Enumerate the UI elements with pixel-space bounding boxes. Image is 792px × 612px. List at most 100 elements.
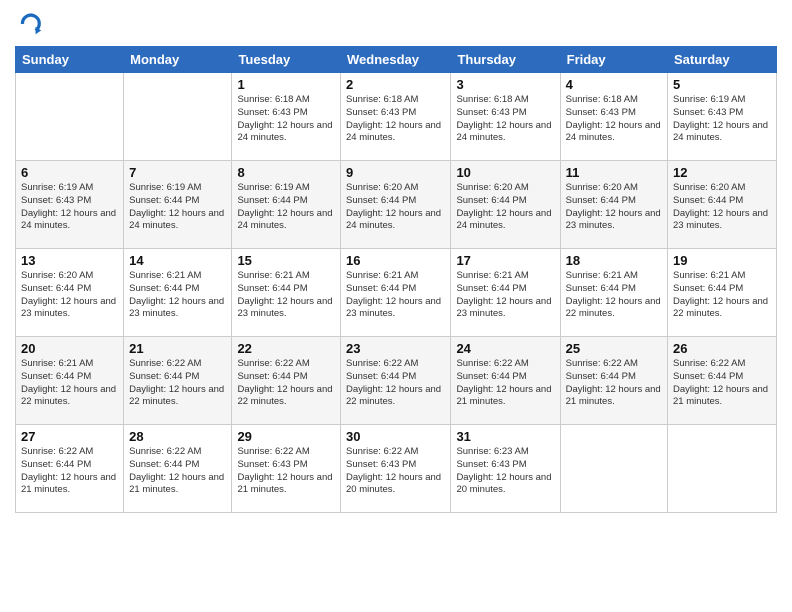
calendar-day: 16Sunrise: 6:21 AM Sunset: 6:44 PM Dayli…: [341, 249, 451, 337]
day-number: 26: [673, 341, 771, 356]
calendar-day: 27Sunrise: 6:22 AM Sunset: 6:44 PM Dayli…: [16, 425, 124, 513]
col-header-tuesday: Tuesday: [232, 47, 341, 73]
calendar-day: [124, 73, 232, 161]
col-header-friday: Friday: [560, 47, 667, 73]
day-number: 21: [129, 341, 226, 356]
day-info: Sunrise: 6:22 AM Sunset: 6:44 PM Dayligh…: [21, 446, 118, 497]
day-number: 13: [21, 253, 118, 268]
day-number: 14: [129, 253, 226, 268]
day-info: Sunrise: 6:23 AM Sunset: 6:43 PM Dayligh…: [456, 446, 554, 497]
col-header-monday: Monday: [124, 47, 232, 73]
day-info: Sunrise: 6:20 AM Sunset: 6:44 PM Dayligh…: [346, 182, 445, 233]
day-number: 15: [237, 253, 335, 268]
calendar-day: [668, 425, 777, 513]
calendar-day: 12 Sunrise: 6:20 AM Sunset: 6:44 PM Dayli…: [668, 161, 777, 249]
calendar-day: 17 Sunrise: 6:21 AM Sunset: 6:44 PM Dayli…: [451, 249, 560, 337]
page-header: [15, 10, 777, 38]
day-info: Sunrise: 6:22 AM Sunset: 6:44 PM Dayligh…: [129, 358, 226, 409]
calendar-day: 21 Sunrise: 6:22 AM Sunset: 6:44 PM Dayli…: [124, 337, 232, 425]
day-info: Sunrise: 6:21 AM Sunset: 6:44 PM Dayligh…: [346, 270, 445, 321]
day-number: 18: [566, 253, 662, 268]
calendar-day: 8Sunrise: 6:19 AM Sunset: 6:44 PM Daylig…: [232, 161, 341, 249]
day-number: 11: [566, 165, 662, 180]
day-info: Sunrise: 6:20 AM Sunset: 6:44 PM Dayligh…: [673, 182, 771, 233]
calendar-week-5: 27Sunrise: 6:22 AM Sunset: 6:44 PM Dayli…: [16, 425, 777, 513]
calendar-day: 24 Sunrise: 6:22 AM Sunset: 6:44 PM Dayli…: [451, 337, 560, 425]
calendar-day: 6 Sunrise: 6:19 AM Sunset: 6:43 PM Daylig…: [16, 161, 124, 249]
day-number: 10: [456, 165, 554, 180]
day-info: Sunrise: 6:21 AM Sunset: 6:44 PM Dayligh…: [21, 358, 118, 409]
calendar-day: 29 Sunrise: 6:22 AM Sunset: 6:43 PM Dayli…: [232, 425, 341, 513]
calendar-day: 3 Sunrise: 6:18 AM Sunset: 6:43 PM Daylig…: [451, 73, 560, 161]
calendar-week-1: 1 Sunrise: 6:18 AM Sunset: 6:43 PM Daylig…: [16, 73, 777, 161]
day-info: Sunrise: 6:19 AM Sunset: 6:43 PM Dayligh…: [21, 182, 118, 233]
day-number: 12: [673, 165, 771, 180]
calendar-table: SundayMondayTuesdayWednesdayThursdayFrid…: [15, 46, 777, 513]
day-info: Sunrise: 6:18 AM Sunset: 6:43 PM Dayligh…: [456, 94, 554, 145]
calendar-day: 30Sunrise: 6:22 AM Sunset: 6:43 PM Dayli…: [341, 425, 451, 513]
calendar-day: 11 Sunrise: 6:20 AM Sunset: 6:44 PM Dayli…: [560, 161, 667, 249]
calendar-day: 31Sunrise: 6:23 AM Sunset: 6:43 PM Dayli…: [451, 425, 560, 513]
col-header-sunday: Sunday: [16, 47, 124, 73]
calendar-day: [16, 73, 124, 161]
day-number: 4: [566, 77, 662, 92]
day-number: 7: [129, 165, 226, 180]
calendar-day: 7Sunrise: 6:19 AM Sunset: 6:44 PM Daylig…: [124, 161, 232, 249]
calendar-day: 26 Sunrise: 6:22 AM Sunset: 6:44 PM Dayli…: [668, 337, 777, 425]
calendar-day: 5 Sunrise: 6:19 AM Sunset: 6:43 PM Daylig…: [668, 73, 777, 161]
day-info: Sunrise: 6:22 AM Sunset: 6:44 PM Dayligh…: [456, 358, 554, 409]
day-info: Sunrise: 6:20 AM Sunset: 6:44 PM Dayligh…: [456, 182, 554, 233]
day-info: Sunrise: 6:21 AM Sunset: 6:44 PM Dayligh…: [237, 270, 335, 321]
day-info: Sunrise: 6:18 AM Sunset: 6:43 PM Dayligh…: [346, 94, 445, 145]
day-number: 6: [21, 165, 118, 180]
day-number: 5: [673, 77, 771, 92]
day-number: 9: [346, 165, 445, 180]
calendar-day: 28 Sunrise: 6:22 AM Sunset: 6:44 PM Dayli…: [124, 425, 232, 513]
day-info: Sunrise: 6:18 AM Sunset: 6:43 PM Dayligh…: [237, 94, 335, 145]
day-info: Sunrise: 6:21 AM Sunset: 6:44 PM Dayligh…: [566, 270, 662, 321]
day-info: Sunrise: 6:19 AM Sunset: 6:44 PM Dayligh…: [237, 182, 335, 233]
day-number: 2: [346, 77, 445, 92]
day-number: 24: [456, 341, 554, 356]
day-number: 1: [237, 77, 335, 92]
day-number: 22: [237, 341, 335, 356]
calendar-day: 18 Sunrise: 6:21 AM Sunset: 6:44 PM Dayli…: [560, 249, 667, 337]
day-info: Sunrise: 6:20 AM Sunset: 6:44 PM Dayligh…: [566, 182, 662, 233]
calendar-week-4: 20Sunrise: 6:21 AM Sunset: 6:44 PM Dayli…: [16, 337, 777, 425]
day-number: 30: [346, 429, 445, 444]
calendar-day: 23 Sunrise: 6:22 AM Sunset: 6:44 PM Dayli…: [341, 337, 451, 425]
calendar-week-3: 13 Sunrise: 6:20 AM Sunset: 6:44 PM Dayli…: [16, 249, 777, 337]
day-info: Sunrise: 6:19 AM Sunset: 6:43 PM Dayligh…: [673, 94, 771, 145]
calendar-day: 15 Sunrise: 6:21 AM Sunset: 6:44 PM Dayli…: [232, 249, 341, 337]
day-number: 3: [456, 77, 554, 92]
day-number: 25: [566, 341, 662, 356]
calendar-day: 9 Sunrise: 6:20 AM Sunset: 6:44 PM Daylig…: [341, 161, 451, 249]
day-number: 29: [237, 429, 335, 444]
day-info: Sunrise: 6:22 AM Sunset: 6:44 PM Dayligh…: [237, 358, 335, 409]
col-header-wednesday: Wednesday: [341, 47, 451, 73]
day-number: 19: [673, 253, 771, 268]
day-number: 28: [129, 429, 226, 444]
day-info: Sunrise: 6:18 AM Sunset: 6:43 PM Dayligh…: [566, 94, 662, 145]
day-info: Sunrise: 6:22 AM Sunset: 6:44 PM Dayligh…: [346, 358, 445, 409]
day-info: Sunrise: 6:22 AM Sunset: 6:44 PM Dayligh…: [129, 446, 226, 497]
day-info: Sunrise: 6:22 AM Sunset: 6:43 PM Dayligh…: [237, 446, 335, 497]
day-number: 23: [346, 341, 445, 356]
calendar-header-row: SundayMondayTuesdayWednesdayThursdayFrid…: [16, 47, 777, 73]
calendar-day: 4 Sunrise: 6:18 AM Sunset: 6:43 PM Daylig…: [560, 73, 667, 161]
day-info: Sunrise: 6:22 AM Sunset: 6:44 PM Dayligh…: [673, 358, 771, 409]
calendar-day: 22 Sunrise: 6:22 AM Sunset: 6:44 PM Dayli…: [232, 337, 341, 425]
logo-icon: [15, 10, 43, 38]
col-header-thursday: Thursday: [451, 47, 560, 73]
day-info: Sunrise: 6:21 AM Sunset: 6:44 PM Dayligh…: [456, 270, 554, 321]
calendar-day: 20Sunrise: 6:21 AM Sunset: 6:44 PM Dayli…: [16, 337, 124, 425]
day-info: Sunrise: 6:22 AM Sunset: 6:44 PM Dayligh…: [566, 358, 662, 409]
day-info: Sunrise: 6:20 AM Sunset: 6:44 PM Dayligh…: [21, 270, 118, 321]
calendar-week-2: 6 Sunrise: 6:19 AM Sunset: 6:43 PM Daylig…: [16, 161, 777, 249]
calendar-day: 1 Sunrise: 6:18 AM Sunset: 6:43 PM Daylig…: [232, 73, 341, 161]
calendar-day: 14Sunrise: 6:21 AM Sunset: 6:44 PM Dayli…: [124, 249, 232, 337]
calendar-day: [560, 425, 667, 513]
col-header-saturday: Saturday: [668, 47, 777, 73]
day-info: Sunrise: 6:21 AM Sunset: 6:44 PM Dayligh…: [673, 270, 771, 321]
day-number: 17: [456, 253, 554, 268]
